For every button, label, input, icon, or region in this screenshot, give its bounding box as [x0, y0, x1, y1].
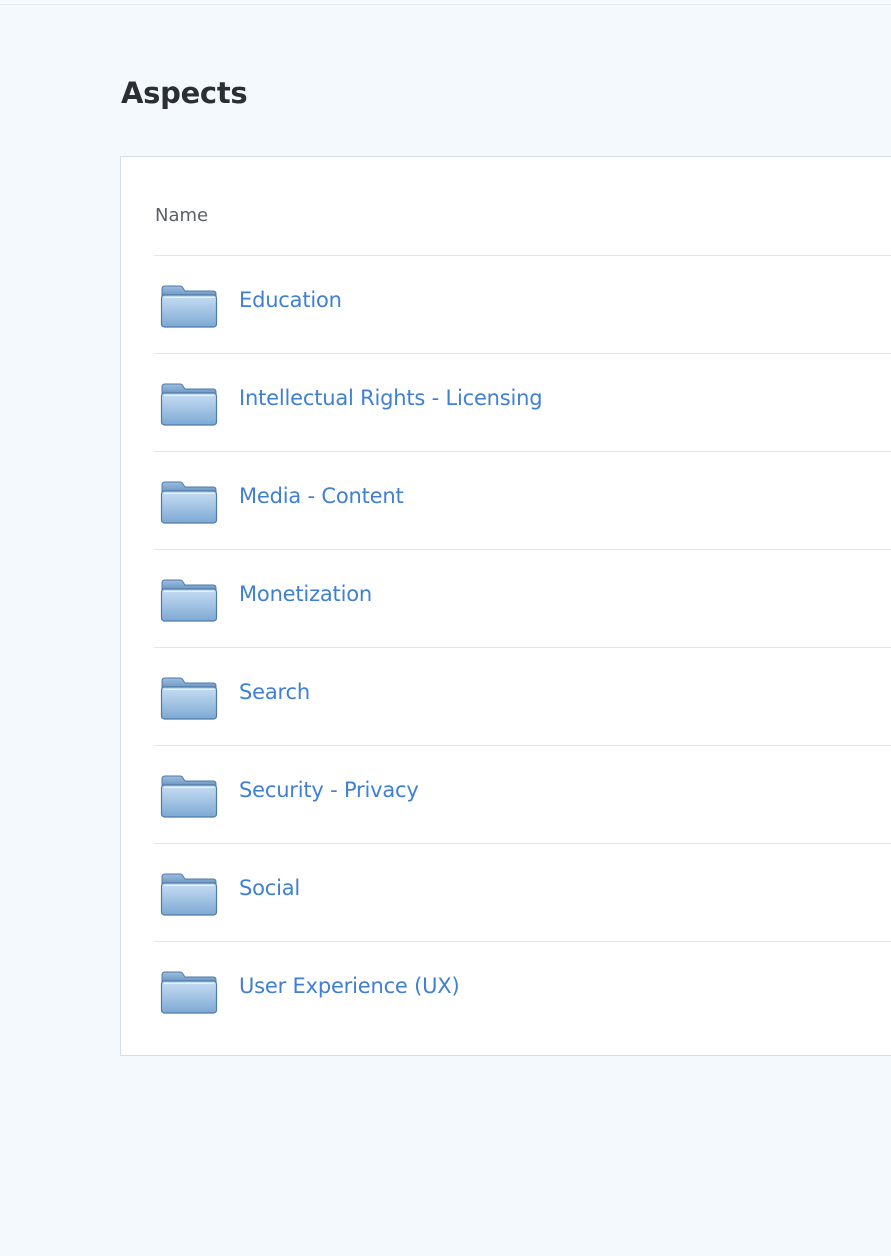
folder-link-social[interactable]: Social [239, 876, 300, 900]
folder-link-intellectual-rights-licensing[interactable]: Intellectual Rights - Licensing [239, 386, 543, 410]
folder-row-social[interactable]: Social [154, 844, 891, 942]
folder-link-media-content[interactable]: Media - Content [239, 484, 404, 508]
folder-icon [160, 481, 218, 524]
folder-link-user-experience[interactable]: User Experience (UX) [239, 974, 460, 998]
folder-link-monetization[interactable]: Monetization [239, 582, 372, 606]
folder-row-security-privacy[interactable]: Security - Privacy [154, 746, 891, 844]
folder-row-intellectual-rights-licensing[interactable]: Intellectual Rights - Licensing [154, 354, 891, 452]
folder-link-search[interactable]: Search [239, 680, 310, 704]
top-divider [0, 4, 891, 5]
folder-row-monetization[interactable]: Monetization [154, 550, 891, 648]
folder-link-security-privacy[interactable]: Security - Privacy [239, 778, 419, 802]
folder-row-search[interactable]: Search [154, 648, 891, 746]
page-title: Aspects [121, 76, 248, 110]
folder-icon [160, 677, 218, 720]
folder-list-panel: Name Education Intellectual Rights - Lic… [120, 156, 891, 1056]
folder-icon [160, 971, 218, 1014]
folder-row-media-content[interactable]: Media - Content [154, 452, 891, 550]
folder-list: Education Intellectual Rights - Licensin… [154, 256, 891, 1039]
folder-row-education[interactable]: Education [154, 256, 891, 354]
folder-icon [160, 285, 218, 328]
folder-link-education[interactable]: Education [239, 288, 342, 312]
folder-icon [160, 775, 218, 818]
folder-row-user-experience[interactable]: User Experience (UX) [154, 942, 891, 1039]
folder-icon [160, 579, 218, 622]
folder-icon [160, 383, 218, 426]
column-header-name[interactable]: Name [155, 205, 208, 226]
folder-icon [160, 873, 218, 916]
